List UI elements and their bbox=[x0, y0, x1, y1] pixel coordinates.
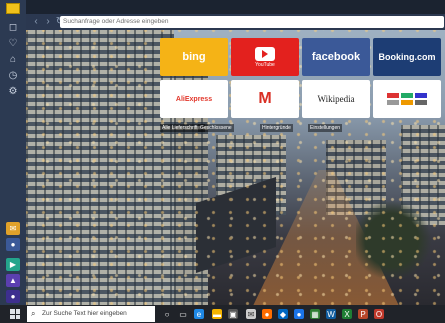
extension-icon[interactable]: ▲ bbox=[6, 274, 20, 287]
mail-app-icon[interactable]: ✉ bbox=[246, 309, 256, 319]
taskbar-search-placeholder: Zur Suche Text hier eingeben bbox=[42, 310, 127, 317]
address-bar[interactable]: Suchanfrage oder Adresse eingeben bbox=[60, 16, 444, 28]
opera-icon[interactable]: O bbox=[374, 309, 384, 319]
settings-icon[interactable]: ⚙ bbox=[5, 84, 21, 98]
speed-dial-youtube[interactable]: YouTube bbox=[231, 38, 299, 76]
taskbar-app-icon[interactable]: ▭ bbox=[178, 309, 188, 319]
speed-dial: bing YouTube facebook Booking.com AliExp… bbox=[160, 38, 442, 124]
gmail-icon: M bbox=[258, 90, 272, 107]
speed-dial-icon[interactable]: ◻ bbox=[5, 20, 21, 34]
news-icon[interactable]: ⌂ bbox=[5, 52, 21, 66]
browser-menu-icon[interactable] bbox=[6, 3, 20, 14]
aliexpress-logo: AliExpress bbox=[175, 95, 213, 103]
facebook-logo: facebook bbox=[311, 51, 361, 63]
speed-dial-footer: Alle Lieferschriften Geschlossene Hinter… bbox=[160, 124, 442, 132]
more-apps-icon[interactable]: ● bbox=[6, 290, 20, 303]
player-icon[interactable]: ▶ bbox=[6, 258, 20, 271]
windows-start-icon[interactable] bbox=[10, 309, 20, 319]
dropbox-icon[interactable]: ◆ bbox=[278, 309, 288, 319]
taskbar-app-icon[interactable]: ● bbox=[294, 309, 304, 319]
speed-dial-aliexpress[interactable]: AliExpress bbox=[160, 80, 228, 118]
speed-dial-facebook[interactable]: facebook bbox=[302, 38, 370, 76]
firefox-icon[interactable]: ● bbox=[262, 309, 272, 319]
powerpoint-icon[interactable]: P bbox=[358, 309, 368, 319]
back-icon[interactable]: ‹ bbox=[30, 16, 42, 28]
excel-icon[interactable]: X bbox=[342, 309, 352, 319]
store-icon[interactable]: ▣ bbox=[228, 309, 238, 319]
explorer-icon[interactable]: ▬ bbox=[212, 309, 222, 319]
footer-link[interactable]: Einstellungen bbox=[308, 124, 343, 132]
speed-dial-booking[interactable]: Booking.com bbox=[373, 38, 441, 76]
wikipedia-logo: Wikipedia bbox=[317, 94, 355, 104]
word-icon[interactable]: W bbox=[326, 309, 336, 319]
youtube-label: YouTube bbox=[255, 61, 275, 68]
booking-logo: Booking.com bbox=[378, 52, 436, 62]
grid-thumbs-icon bbox=[387, 93, 427, 105]
history-icon[interactable]: ◷ bbox=[5, 68, 21, 82]
windows-taskbar: ⌕ Zur Suche Text hier eingeben ○ ▭ e ▬ ▣… bbox=[0, 305, 445, 323]
mail-icon[interactable]: ✉ bbox=[6, 222, 20, 235]
forward-icon[interactable]: › bbox=[42, 16, 54, 28]
spreadsheet-icon[interactable]: ▦ bbox=[310, 309, 320, 319]
footer-link[interactable]: Geschlossene bbox=[198, 124, 234, 132]
browser-sidebar: ◻ ♡ ⌂ ◷ ⚙ ✉ ● ▶ ▲ ● bbox=[0, 0, 26, 305]
youtube-play-icon bbox=[255, 46, 275, 61]
speed-dial-extra[interactable] bbox=[373, 80, 441, 118]
messenger-icon[interactable]: ● bbox=[6, 238, 20, 251]
footer-link[interactable]: Hintergründe bbox=[260, 124, 293, 132]
speed-dial-gmail[interactable]: M bbox=[231, 80, 299, 118]
speed-dial-wikipedia[interactable]: Wikipedia bbox=[302, 80, 370, 118]
bing-logo: bing bbox=[182, 51, 206, 63]
search-icon: ⌕ bbox=[31, 309, 36, 318]
edge-icon[interactable]: e bbox=[194, 309, 204, 319]
bookmarks-icon[interactable]: ♡ bbox=[5, 36, 21, 50]
task-view-icon[interactable]: ○ bbox=[162, 309, 172, 319]
taskbar-search[interactable]: ⌕ Zur Suche Text hier eingeben bbox=[27, 306, 155, 322]
speed-dial-bing[interactable]: bing bbox=[160, 38, 228, 76]
